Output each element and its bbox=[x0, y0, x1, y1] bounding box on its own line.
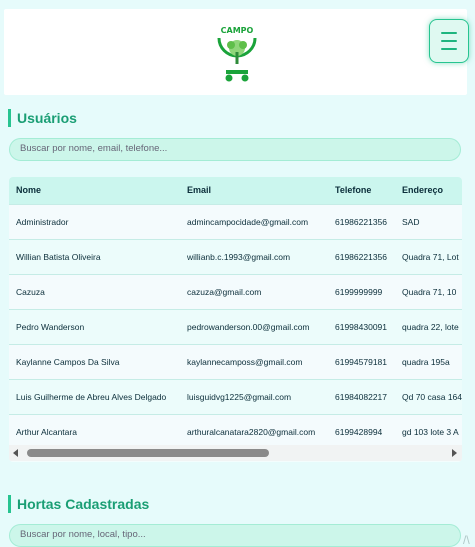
table-cell: Administrador bbox=[16, 217, 69, 227]
table-cell: Qd 70 casa 164 bbox=[402, 392, 462, 402]
table-row[interactable]: Arthur Alcantara arthuralcanatara2820@gma… bbox=[9, 414, 462, 449]
scroll-right-icon[interactable] bbox=[452, 449, 457, 457]
table-cell: willianb.c.1993@gmail.com bbox=[187, 252, 291, 262]
table-cell: Arthur Alcantara bbox=[16, 427, 77, 437]
column-header-telefone[interactable]: Telefone bbox=[335, 177, 371, 204]
table-cell: Kaylanne Campos Da Silva bbox=[16, 357, 120, 367]
table-row[interactable]: Kaylanne Campos Da Silva kaylannecamposs@… bbox=[9, 344, 462, 379]
table-cell: Cazuza bbox=[16, 287, 45, 297]
menu-button[interactable] bbox=[429, 19, 469, 63]
table-cell: 61986221356 bbox=[335, 252, 388, 262]
table-cell: Pedro Wanderson bbox=[16, 322, 85, 332]
users-section-title: Usuários bbox=[8, 109, 77, 127]
hortas-section-title: Hortas Cadastradas bbox=[8, 495, 149, 513]
table-cell: quadra 22, lote bbox=[402, 322, 459, 332]
table-cell: 61984082217 bbox=[335, 392, 388, 402]
table-cell: kaylannecamposs@gmail.com bbox=[187, 357, 303, 367]
table-row[interactable]: Cazuza cazuza@gmail.com 6199999999 Quadra 7… bbox=[9, 274, 462, 309]
table-cell: admincampocidade@gmail.com bbox=[187, 217, 309, 227]
table-cell: Quadra 71, Lot bbox=[402, 252, 459, 262]
table-cell: pedrowanderson.00@gmail.com bbox=[187, 322, 310, 332]
table-cell: luisguidvg1225@gmail.com bbox=[187, 392, 292, 402]
table-cell: quadra 195a bbox=[402, 357, 450, 367]
scrollbar-thumb[interactable] bbox=[27, 449, 269, 457]
table-cell: Quadra 71, 10 bbox=[402, 287, 457, 297]
table-cell: 61994579181 bbox=[335, 357, 388, 367]
table-cell: Willian Batista Oliveira bbox=[16, 252, 101, 262]
table-cell: gd 103 lote 3 A bbox=[402, 427, 459, 437]
app-header: CAMPO bbox=[4, 9, 469, 95]
users-table: Nome Email Telefone Endereço Administrad… bbox=[9, 177, 462, 462]
column-header-nome[interactable]: Nome bbox=[16, 177, 41, 204]
column-header-email[interactable]: Email bbox=[187, 177, 211, 204]
table-cell: 6199428994 bbox=[335, 427, 383, 437]
table-row[interactable]: Pedro Wanderson pedrowanderson.00@gmail.c… bbox=[9, 309, 462, 344]
hamburger-icon-line bbox=[441, 32, 457, 34]
horizontal-scrollbar[interactable] bbox=[9, 445, 462, 461]
table-row[interactable]: Luis Guilherme de Abreu Alves Delgado lui… bbox=[9, 379, 462, 414]
table-cell: 61998430091 bbox=[335, 322, 388, 332]
campo-logo: CAMPO bbox=[217, 26, 257, 82]
svg-text:CAMPO: CAMPO bbox=[221, 26, 254, 35]
hamburger-icon-line bbox=[441, 48, 457, 50]
table-cell: Luis Guilherme de Abreu Alves Delgado bbox=[16, 392, 167, 402]
column-header-endereco[interactable]: Endereço bbox=[402, 177, 443, 204]
table-cell: 6199999999 bbox=[335, 287, 383, 297]
hortas-search-input[interactable]: Buscar por nome, local, tipo... bbox=[9, 524, 461, 547]
table-row[interactable]: Administrador admincampocidade@gmail.com 6… bbox=[9, 204, 462, 239]
table-cell: arthuralcanatara2820@gmail.com bbox=[187, 427, 316, 437]
table-row[interactable]: Willian Batista Oliveira willianb.c.1993@… bbox=[9, 239, 462, 274]
scroll-left-icon[interactable] bbox=[13, 449, 18, 457]
table-cell: 61986221356 bbox=[335, 217, 388, 227]
table-header: Nome Email Telefone Endereço bbox=[9, 177, 462, 204]
resize-handle-icon: /\ bbox=[463, 533, 470, 547]
hamburger-icon-line bbox=[441, 40, 457, 42]
table-cell: cazuza@gmail.com bbox=[187, 287, 262, 297]
users-search-input[interactable]: Buscar por nome, email, telefone... bbox=[9, 138, 461, 161]
table-cell: SAD bbox=[402, 217, 420, 227]
